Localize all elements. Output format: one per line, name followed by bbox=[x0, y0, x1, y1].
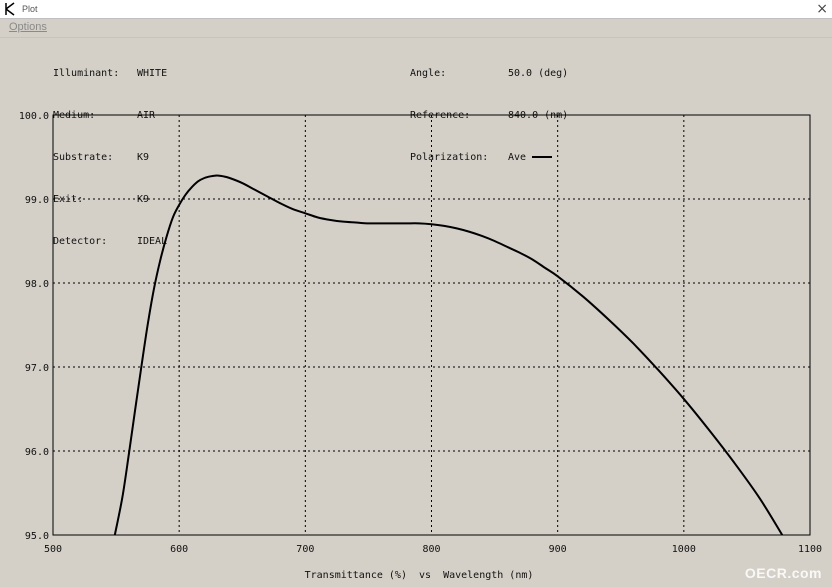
y-tick-label: 96.0 bbox=[25, 447, 49, 458]
y-tick-label: 97.0 bbox=[25, 363, 49, 374]
x-tick-label: 800 bbox=[422, 544, 440, 555]
x-tick-label: 1000 bbox=[672, 544, 696, 555]
x-axis-label: Transmittance (%) vs Wavelength (nm) bbox=[305, 570, 534, 581]
x-tick-label: 900 bbox=[549, 544, 567, 555]
x-tick-label: 500 bbox=[44, 544, 62, 555]
watermark-logo: OECR.com bbox=[744, 565, 822, 581]
x-tick-label: 1100 bbox=[798, 544, 822, 555]
y-tick-label: 95.0 bbox=[25, 531, 49, 542]
y-tick-label: 100.0 bbox=[19, 111, 49, 122]
x-axis-ticks: 500 600 700 800 900 1000 1100 bbox=[44, 544, 822, 555]
x-tick-label: 700 bbox=[296, 544, 314, 555]
x-tick-label: 600 bbox=[170, 544, 188, 555]
grid-lines bbox=[53, 115, 810, 535]
y-axis-ticks: 95.0 96.0 97.0 98.0 99.0 100.0 bbox=[19, 111, 49, 542]
y-tick-label: 99.0 bbox=[25, 195, 49, 206]
series-line-ave bbox=[113, 174, 784, 536]
transmittance-chart: 95.0 96.0 97.0 98.0 99.0 100.0 500 600 700 800 90… bbox=[19, 111, 822, 581]
y-tick-label: 98.0 bbox=[25, 279, 49, 290]
